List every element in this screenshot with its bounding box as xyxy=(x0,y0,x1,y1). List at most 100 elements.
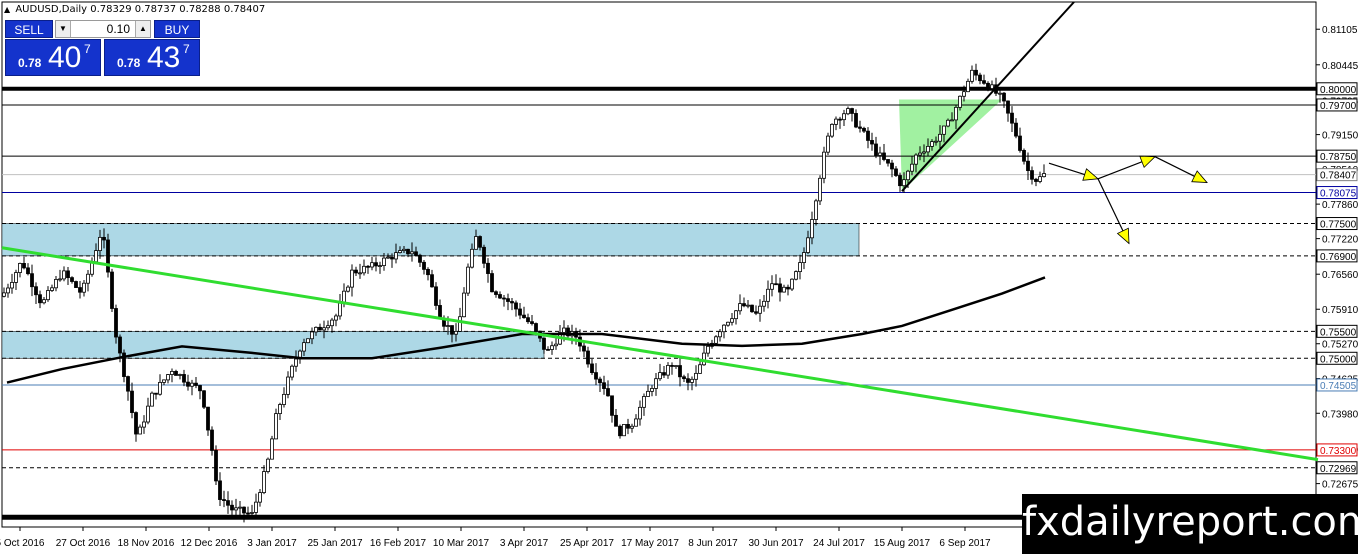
candle-body xyxy=(778,283,782,293)
buy-quote-prefix: 0.78 xyxy=(117,56,141,70)
candle-body xyxy=(826,135,830,153)
candle-body xyxy=(14,272,18,283)
candle-body xyxy=(114,308,118,338)
candle-body xyxy=(450,325,454,335)
candle-body xyxy=(294,358,298,367)
candle-body xyxy=(666,365,670,376)
candle-body xyxy=(846,108,850,115)
candle-body xyxy=(1002,92,1006,102)
candle-body xyxy=(126,376,130,392)
candle-body xyxy=(1006,100,1010,114)
level-label-6: 0.76900 xyxy=(1320,252,1357,263)
candle-body xyxy=(882,152,886,160)
candle-body xyxy=(490,273,494,293)
candle-body xyxy=(854,113,858,128)
candle-body xyxy=(962,91,966,97)
candle-body xyxy=(170,370,174,375)
buy-quote-fraction: 7 xyxy=(183,42,190,56)
candle-body xyxy=(966,80,970,93)
chart-header: ▲ AUDUSD,Daily 0.78329 0.78737 0.78288 0… xyxy=(4,4,265,15)
candle-body xyxy=(370,262,374,268)
candle-body xyxy=(670,365,674,367)
candle-body xyxy=(626,424,630,429)
sell-quote-prefix: 0.78 xyxy=(18,56,42,70)
candle-body xyxy=(138,426,142,435)
y-tick-label: 0.75270 xyxy=(1322,340,1358,351)
candle-body xyxy=(794,271,798,280)
y-tick-label: 0.73980 xyxy=(1322,409,1358,420)
projection-arrowhead-3 xyxy=(1116,227,1130,245)
candle-body xyxy=(818,177,822,202)
candle-body xyxy=(310,331,314,340)
y-tick-label: 0.76560 xyxy=(1322,270,1358,281)
candle-body xyxy=(446,325,450,327)
candle-body xyxy=(690,378,694,383)
candle-body xyxy=(502,297,506,300)
x-tick-label: 8 Jun 2017 xyxy=(688,538,738,549)
candle-body xyxy=(406,248,410,255)
candle-body xyxy=(398,250,402,254)
candle-body xyxy=(946,119,950,127)
candle-body xyxy=(478,236,482,248)
candle-body xyxy=(930,141,934,147)
candle-body xyxy=(334,315,338,321)
x-tick-label: 27 Oct 2016 xyxy=(56,538,111,549)
sell-button[interactable]: SELL xyxy=(5,20,53,38)
candle-body xyxy=(314,326,318,333)
y-tick-label: 0.80445 xyxy=(1322,61,1358,72)
decrease-lot-icon[interactable]: ▼ xyxy=(56,21,71,37)
candle-body xyxy=(214,450,218,482)
candle-body xyxy=(978,74,982,82)
candle-body xyxy=(42,299,46,304)
candle-body xyxy=(186,381,190,387)
candle-body xyxy=(606,388,610,397)
candle-body xyxy=(630,425,634,429)
sell-quote-pips: 40 xyxy=(48,41,82,74)
buy-quote[interactable]: 0.78 43 7 xyxy=(104,39,200,76)
candle-body xyxy=(878,152,882,156)
lot-size-value[interactable]: 0.10 xyxy=(107,22,130,36)
candle-body xyxy=(942,125,946,135)
candle-body xyxy=(1026,160,1030,171)
candle-body xyxy=(350,269,354,288)
candle-body xyxy=(218,480,222,500)
candle-body xyxy=(458,316,462,332)
sell-quote[interactable]: 0.78 40 7 xyxy=(5,39,101,76)
candle-body xyxy=(258,492,262,503)
buy-button[interactable]: BUY xyxy=(154,20,200,38)
candle-body xyxy=(642,396,646,408)
candle-body xyxy=(162,379,166,383)
candle-body xyxy=(390,256,394,260)
candle-body xyxy=(38,294,42,304)
candle-body xyxy=(1010,112,1014,124)
candle-body xyxy=(418,254,422,263)
candle-body xyxy=(118,336,122,354)
candle-body xyxy=(838,118,842,121)
increase-lot-icon[interactable]: ▲ xyxy=(135,21,150,37)
candle-body xyxy=(462,292,466,318)
candle-body xyxy=(802,252,806,264)
candle-body xyxy=(234,507,238,511)
candle-body xyxy=(650,388,654,392)
y-tick-label: 0.81105 xyxy=(1322,25,1358,36)
candle-body xyxy=(410,251,414,255)
candle-body xyxy=(46,290,50,301)
candle-body xyxy=(970,69,974,82)
candle-body xyxy=(50,287,54,291)
candle-body xyxy=(702,352,706,366)
x-tick-label: 18 Nov 2016 xyxy=(118,538,175,549)
candle-body xyxy=(730,318,734,323)
moving-average-line xyxy=(6,276,1046,384)
lot-size-field[interactable]: ▼ 0.10 ▲ xyxy=(55,20,151,38)
candle-body xyxy=(70,277,74,282)
candle-body xyxy=(754,311,758,314)
candle-body xyxy=(582,345,586,352)
brand-watermark: fxdailyreport.com xyxy=(1022,494,1358,554)
candle-body xyxy=(422,261,426,270)
y-tick-label: 0.77220 xyxy=(1322,235,1358,246)
candle-body xyxy=(534,323,538,332)
candle-body xyxy=(922,151,926,154)
trendline-1 xyxy=(901,1,1075,192)
candle-body xyxy=(374,262,378,267)
candle-body xyxy=(98,236,102,252)
